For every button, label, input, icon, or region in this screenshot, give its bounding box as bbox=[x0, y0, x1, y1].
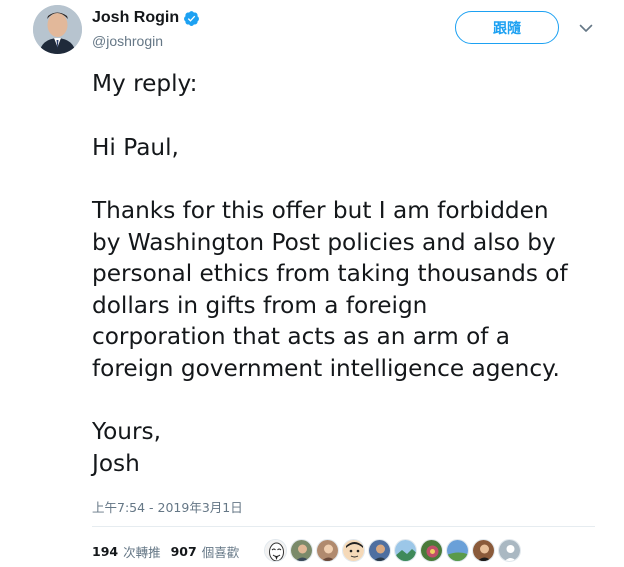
verified-badge-icon bbox=[183, 10, 200, 27]
tweet-header: Josh Rogin @joshrogin 跟隨 bbox=[0, 0, 624, 60]
author-avatar[interactable] bbox=[33, 5, 82, 54]
landscape-avatar-icon bbox=[395, 540, 416, 561]
person-avatar-icon bbox=[291, 540, 312, 561]
retweets-count: 194 bbox=[92, 543, 119, 559]
likes-label: 個喜歡 bbox=[201, 544, 240, 560]
liker-avatar[interactable] bbox=[290, 539, 313, 562]
divider bbox=[92, 526, 595, 527]
liker-avatar[interactable] bbox=[316, 539, 339, 562]
tweet-line: Thanks for this offer but I am forbidden bbox=[92, 197, 549, 224]
person-avatar-icon bbox=[369, 540, 390, 561]
landscape-avatar-icon bbox=[447, 540, 468, 561]
tweet-line: by Washington Post policies and also by bbox=[92, 228, 556, 256]
liker-avatar[interactable] bbox=[342, 539, 365, 562]
author-display-name[interactable]: Josh Rogin bbox=[92, 9, 179, 27]
flower-avatar-icon bbox=[421, 540, 442, 561]
chevron-down-icon[interactable] bbox=[577, 19, 595, 37]
tweet-line: personal ethics from taking thousands of bbox=[92, 260, 568, 287]
person-avatar-icon bbox=[317, 540, 338, 561]
retweets-stat[interactable]: 194 次轉推 bbox=[92, 542, 161, 561]
author-handle[interactable]: @joshrogin bbox=[92, 33, 163, 49]
tweet-text: My reply: Hi Paul, Thanks for this offer… bbox=[92, 68, 612, 479]
tweet-line: Yours, bbox=[92, 418, 161, 445]
liker-avatar[interactable] bbox=[368, 539, 391, 562]
liker-avatar[interactable] bbox=[394, 539, 417, 562]
tweet-line: Hi Paul, bbox=[92, 133, 179, 161]
liker-avatar[interactable] bbox=[446, 539, 469, 562]
liker-avatars bbox=[264, 539, 524, 563]
tweet-line: Josh bbox=[92, 449, 140, 477]
tweet-line: corporation that acts as an arm of a bbox=[92, 323, 511, 350]
likes-stat[interactable]: 907 個喜歡 bbox=[171, 542, 240, 561]
follow-button[interactable]: 跟隨 bbox=[455, 11, 559, 44]
tweet-line: My reply: bbox=[92, 70, 198, 97]
tweet-timestamp[interactable]: 上午7:54 - 2019年3月1日 bbox=[92, 497, 243, 516]
likes-count: 907 bbox=[170, 543, 197, 559]
liker-avatar[interactable] bbox=[472, 539, 495, 562]
liker-avatar[interactable] bbox=[420, 539, 443, 562]
liker-avatar[interactable] bbox=[498, 539, 521, 562]
tweet-line: foreign government intelligence agency. bbox=[92, 354, 560, 382]
anonymous-mask-avatar-icon bbox=[265, 540, 286, 561]
retweets-label: 次轉推 bbox=[123, 544, 161, 560]
default-avatar-icon bbox=[499, 540, 520, 561]
profile-photo-avatar-icon bbox=[33, 5, 82, 54]
cartoon-face-avatar-icon bbox=[343, 540, 364, 561]
liker-avatar[interactable] bbox=[264, 539, 287, 562]
person-avatar-icon bbox=[473, 540, 494, 561]
tweet-line: dollars in gifts from a foreign bbox=[92, 291, 428, 319]
tweet-stats: 194 次轉推 907 個喜歡 bbox=[92, 540, 249, 562]
